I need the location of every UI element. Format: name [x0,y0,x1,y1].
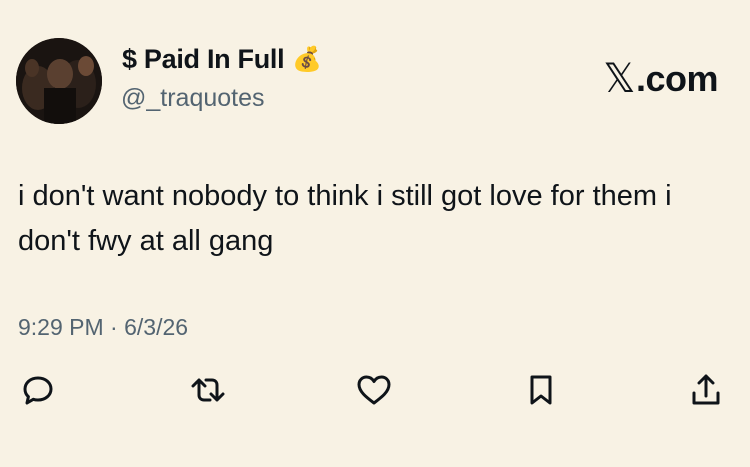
reply-icon [23,376,53,405]
avatar[interactable] [16,38,102,124]
share-icon [692,374,720,405]
author-name-row: $ Paid In Full 💰 [122,44,322,75]
share-button[interactable] [684,368,728,412]
like-icon [357,375,391,405]
action-bar [0,368,750,412]
profile-photo [16,38,102,124]
tweet-timestamp[interactable]: 9:29 PM · 6/3/26 [18,314,188,341]
reply-button[interactable] [16,368,60,412]
brand-domain: .com [635,58,719,99]
x-brand-watermark: 𝕏 .com [603,56,718,102]
money-bag-icon: 💰 [292,45,323,73]
repost-icon [191,378,225,402]
display-name[interactable]: $ Paid In Full [122,44,285,75]
user-handle[interactable]: @_traquotes [121,84,265,113]
bookmark-button[interactable] [519,368,563,412]
bookmark-icon [530,375,552,405]
tweet-text: i don't want nobody to think i still got… [18,180,672,257]
repost-button[interactable] [186,368,230,412]
x-logo-icon: 𝕏 [603,57,635,101]
like-button[interactable] [352,368,396,412]
